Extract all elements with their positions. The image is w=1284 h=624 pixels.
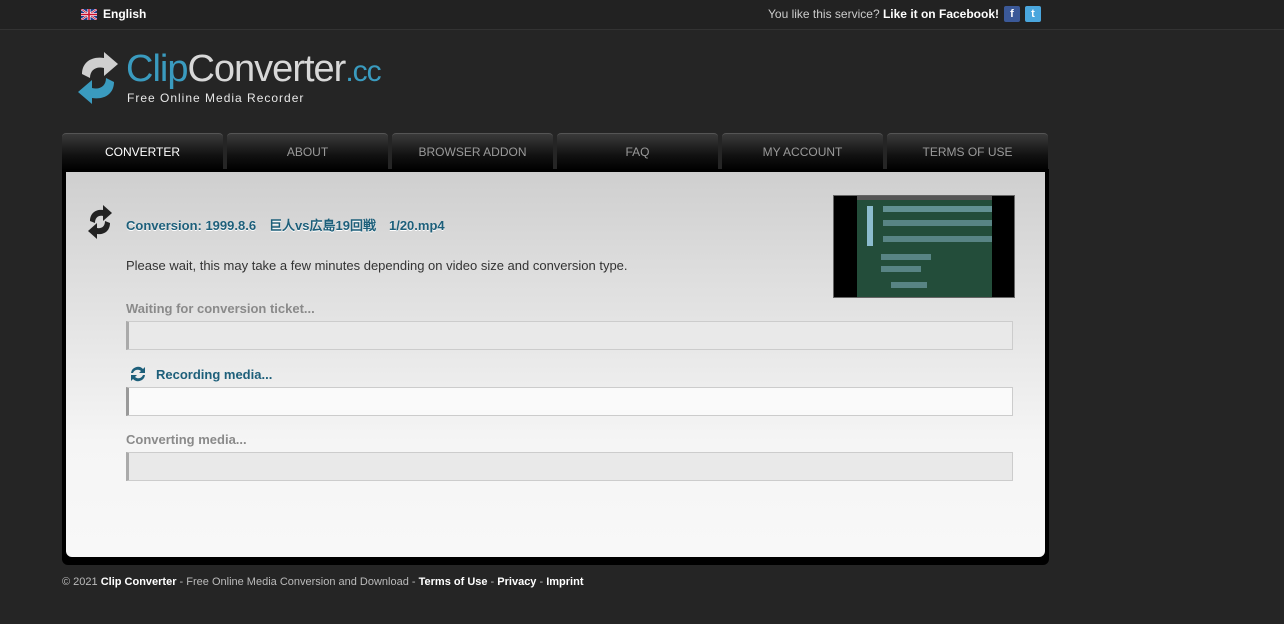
footer: © 2021 Clip Converter - Free Online Medi… [62,576,584,588]
social-promo: You like this service? Like it on Facebo… [768,6,1041,22]
step-label-recording: Recording media... [156,367,273,382]
logo-part-converter: Converter [187,48,346,90]
main-nav: Converter About Browser Addon FAQ My Acc… [62,133,1049,171]
uk-flag-icon [80,7,98,21]
logo-wordmark: ClipConverter.cc [126,48,382,93]
refresh-icon [131,366,145,382]
social-prefix: You like this service? [768,7,880,21]
tab-terms-of-use[interactable]: Terms of Use [887,133,1048,170]
converter-panel-body: Conversion: 1999.8.6 巨人vs広島19回戦 1/20.mp4 [66,172,1045,557]
progress-bar-ticket [126,321,1013,350]
converter-panel: Conversion: 1999.8.6 巨人vs広島19回戦 1/20.mp4 [62,169,1049,565]
tab-faq[interactable]: FAQ [557,133,718,170]
footer-separator: - [487,576,498,588]
conversion-arrows-icon [88,205,112,239]
language-selector[interactable]: English [80,7,147,21]
footer-brand: Clip Converter [100,576,177,588]
facebook-link[interactable]: Facebook [939,7,995,21]
social-suffix: ! [995,7,999,21]
footer-copyright: © 2021 [62,576,98,588]
twitter-icon[interactable]: t [1025,6,1041,22]
facebook-icon[interactable]: f [1004,6,1020,22]
step-label-converting: Converting media... [126,432,247,447]
conversion-title: Conversion: 1999.8.6 巨人vs広島19回戦 1/20.mp4 [126,218,445,233]
language-label: English [103,7,147,21]
tab-browser-addon[interactable]: Browser Addon [392,133,553,170]
footer-separator: - [536,576,547,588]
footer-privacy-link[interactable]: Privacy [497,576,536,588]
progress-bar-converting [126,452,1013,481]
logo-arrows-icon [78,52,118,104]
logo-part-cc: .cc [345,55,381,88]
step-label-ticket: Waiting for conversion ticket... [126,301,315,316]
footer-terms-link[interactable]: Terms of Use [419,576,488,588]
logo-part-clip: Clip [126,48,188,90]
footer-tagline: - Free Online Media Conversion and Downl… [176,576,419,588]
social-like-text: Like it on [882,7,936,21]
site-logo[interactable]: ClipConverter.cc Free Online Media Recor… [74,48,382,118]
progress-bar-recording [126,387,1013,416]
logo-tagline: Free Online Media Recorder [127,91,305,105]
video-thumbnail [833,195,1015,298]
footer-imprint-link[interactable]: Imprint [546,576,583,588]
top-bar: English You like this service? Like it o… [0,0,1284,30]
wait-message: Please wait, this may take a few minutes… [126,258,628,273]
tab-about[interactable]: About [227,133,388,170]
tab-converter[interactable]: Converter [62,133,223,170]
tab-my-account[interactable]: My Account [722,133,883,170]
video-thumbnail-image [857,196,993,297]
